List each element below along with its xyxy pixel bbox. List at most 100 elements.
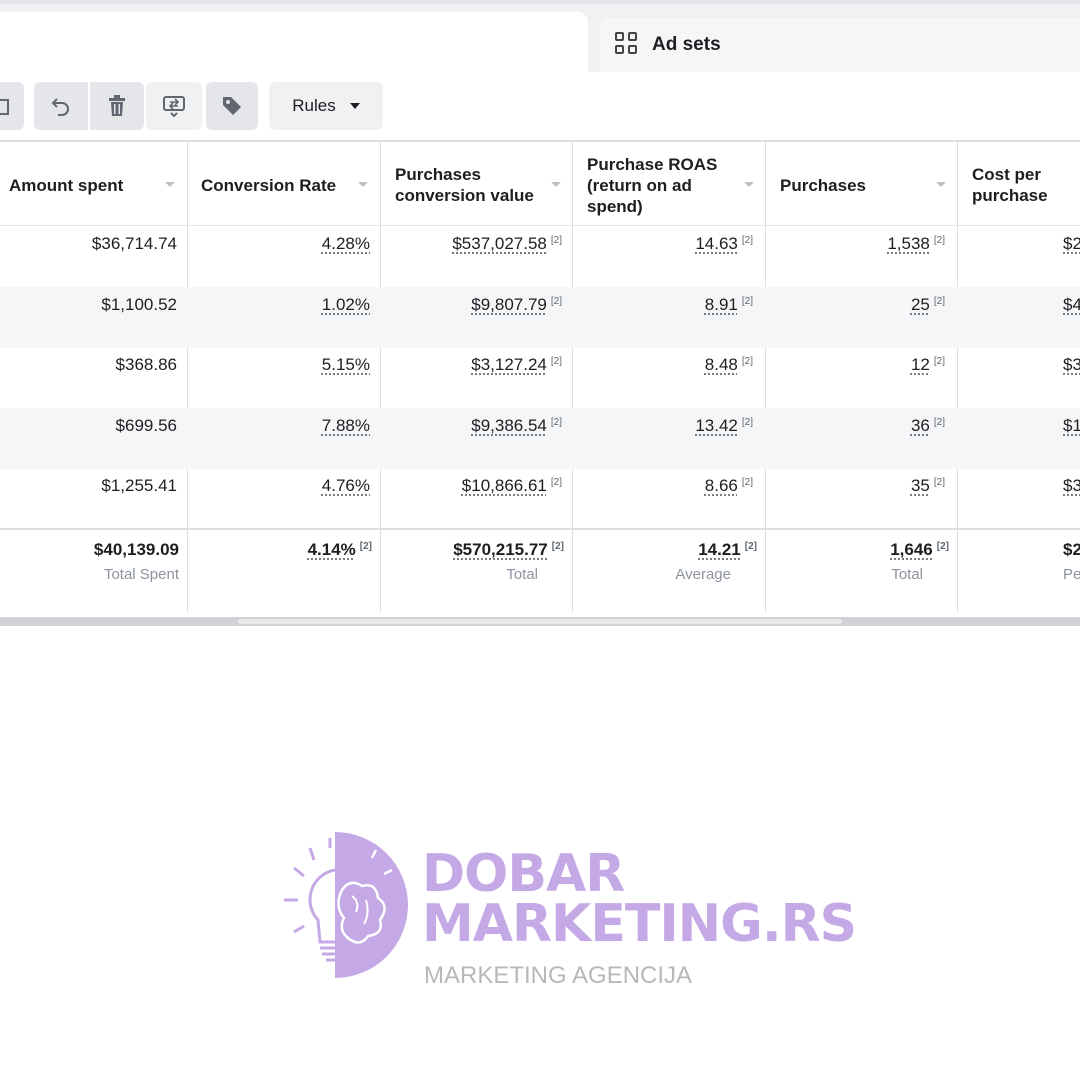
cell-value[interactable]: 7.88% xyxy=(322,416,370,435)
footnote-marker[interactable]: [2] xyxy=(552,541,564,552)
cell-purchases: 36 [2] xyxy=(765,408,957,469)
cell-conversion-rate: 4.28% xyxy=(187,226,380,287)
footnote-marker[interactable]: [2] xyxy=(551,417,562,428)
tab-campaigns[interactable] xyxy=(0,12,588,82)
table-row[interactable]: $699.56 7.88% $9,386.54 [2] 13.42 [2] 36 [2] $1 xyxy=(0,407,1080,469)
column-header-conversion-rate[interactable]: Conversion Rate xyxy=(192,142,380,228)
tag-button[interactable] xyxy=(206,82,258,130)
footnote-marker[interactable]: [2] xyxy=(742,477,753,488)
sort-icon[interactable] xyxy=(358,182,368,187)
ab-test-button[interactable] xyxy=(146,82,202,130)
cell-value[interactable]: $2 xyxy=(1063,234,1080,253)
cell-conv-value: $3,127.24 [2] xyxy=(380,347,572,408)
duplicate-button[interactable] xyxy=(0,82,24,130)
cell-value[interactable]: 1.02% xyxy=(322,295,370,314)
footnote-marker[interactable]: [2] xyxy=(937,541,949,552)
table-row[interactable]: $1,100.52 1.02% $9,807.79 [2] 8.91 [2] 25 [2] $4 xyxy=(0,286,1080,348)
cell-value[interactable]: 13.42 xyxy=(695,416,738,435)
footnote-marker[interactable]: [2] xyxy=(742,235,753,246)
cell-value[interactable]: 4.76% xyxy=(322,476,370,495)
footnote-marker[interactable]: [2] xyxy=(360,541,372,552)
scrollbar-thumb[interactable] xyxy=(238,619,842,624)
footnote-marker[interactable]: [2] xyxy=(551,477,562,488)
cell-conv-value: $9,807.79 [2] xyxy=(380,287,572,348)
footnote-marker[interactable]: [2] xyxy=(934,417,945,428)
tab-ad-sets[interactable]: Ad sets xyxy=(600,18,1080,72)
cell-value[interactable]: $3,127.24 xyxy=(471,355,547,374)
footnote-marker[interactable]: [2] xyxy=(745,541,757,552)
cell-amount-spent: $368.86 xyxy=(0,347,187,408)
trash-icon xyxy=(109,95,125,116)
footnote-marker[interactable]: [2] xyxy=(934,296,945,307)
column-header-label: Amount spent xyxy=(9,175,124,195)
top-bar: Ad sets xyxy=(0,0,1080,82)
sort-icon[interactable] xyxy=(165,182,175,187)
column-header-conversion-value[interactable]: Purchases conversion value xyxy=(386,142,573,228)
rules-label: Rules xyxy=(292,96,336,115)
cell-value[interactable]: $9,386.54 xyxy=(471,416,547,435)
footnote-marker[interactable]: [2] xyxy=(742,356,753,367)
cell-value[interactable]: 5.15% xyxy=(322,355,370,374)
cell-roas: 8.48 [2] xyxy=(572,347,765,408)
total-value[interactable]: $570,215.77 xyxy=(453,540,548,559)
cell-value[interactable]: $1 xyxy=(1063,416,1080,435)
sort-icon[interactable] xyxy=(744,182,754,187)
footnote-marker[interactable]: [2] xyxy=(934,356,945,367)
delete-button[interactable] xyxy=(90,82,144,130)
rules-dropdown[interactable]: Rules xyxy=(269,82,383,130)
cell-conversion-rate: 4.76% xyxy=(187,468,380,529)
footnote-marker[interactable]: [2] xyxy=(551,296,562,307)
cell-roas: 8.91 [2] xyxy=(572,287,765,348)
cell-value[interactable]: 8.66 xyxy=(705,476,738,495)
column-header-roas[interactable]: Purchase ROAS (return on ad spend) xyxy=(578,142,766,228)
column-header-purchases[interactable]: Purchases xyxy=(771,142,958,228)
cell-value[interactable]: $3 xyxy=(1063,476,1080,495)
total-label: Per A xyxy=(1063,566,1080,583)
cell-value[interactable]: 8.48 xyxy=(705,355,738,374)
footnote-marker[interactable]: [2] xyxy=(934,235,945,246)
cell-value[interactable]: 12 xyxy=(911,355,930,374)
cell-value: $36,714.74 xyxy=(91,234,177,253)
column-header-cost-per-purchase[interactable]: Cost per purchase xyxy=(963,142,1080,228)
cell-amount-spent: $699.56 xyxy=(0,408,187,469)
horizontal-scrollbar[interactable] xyxy=(0,617,1080,626)
column-header-label: Cost per purchase xyxy=(972,165,1048,205)
cell-value[interactable]: 14.63 xyxy=(695,234,738,253)
table-row[interactable]: $1,255.41 4.76% $10,866.61 [2] 8.66 [2] 35 [2] $… xyxy=(0,468,1080,529)
cell-value[interactable]: 4.28% xyxy=(322,234,370,253)
watermark-tagline: MARKETING AGENCIJA xyxy=(424,962,693,989)
cell-value[interactable]: $10,866.61 xyxy=(462,476,547,495)
cell-value[interactable]: $3 xyxy=(1063,355,1080,374)
cell-value[interactable]: 25 xyxy=(911,295,930,314)
column-header-amount-spent[interactable]: Amount spent xyxy=(0,142,187,228)
ab-test-icon xyxy=(163,96,185,117)
footnote-marker[interactable]: [2] xyxy=(551,356,562,367)
footnote-marker[interactable]: [2] xyxy=(551,235,562,246)
total-value[interactable]: 14.21 xyxy=(698,540,741,559)
footnote-marker[interactable]: [2] xyxy=(742,296,753,307)
cell-value: $1,100.52 xyxy=(101,294,177,314)
cell-value[interactable]: 8.91 xyxy=(705,295,738,314)
total-value[interactable]: 4.14% xyxy=(308,540,356,559)
cell-roas: 8.66 [2] xyxy=(572,468,765,529)
footnote-marker[interactable]: [2] xyxy=(934,477,945,488)
sort-icon[interactable] xyxy=(936,182,946,187)
table-row[interactable]: $36,714.74 4.28% $537,027.58 [2] 14.63 [2] 1,5… xyxy=(0,226,1080,287)
cell-cost-per-purchase: $3 xyxy=(957,347,1080,408)
cell-value[interactable]: 1,538 xyxy=(887,234,930,253)
column-header-label: Conversion Rate xyxy=(201,175,337,195)
sort-icon[interactable] xyxy=(551,182,561,187)
cell-value[interactable]: 36 xyxy=(911,416,930,435)
total-value[interactable]: 1,646 xyxy=(890,540,933,559)
cell-value[interactable]: 35 xyxy=(911,476,930,495)
table-row[interactable]: $368.86 5.15% $3,127.24 [2] 8.48 [2] 12 [2] $3 xyxy=(0,347,1080,408)
total-label: Total Spent xyxy=(103,566,179,583)
cell-value[interactable]: $537,027.58 xyxy=(452,234,547,253)
cell-value[interactable]: $4 xyxy=(1063,295,1080,314)
watermark-logo: DOBAR MARKETING.RS MARKETING AGENCIJA xyxy=(280,830,857,990)
undo-button[interactable] xyxy=(34,82,88,130)
cell-value[interactable]: $9,807.79 xyxy=(471,295,547,314)
total-value: $40,139.09 xyxy=(93,540,179,559)
ad-sets-grid-icon xyxy=(615,32,641,58)
footnote-marker[interactable]: [2] xyxy=(742,417,753,428)
